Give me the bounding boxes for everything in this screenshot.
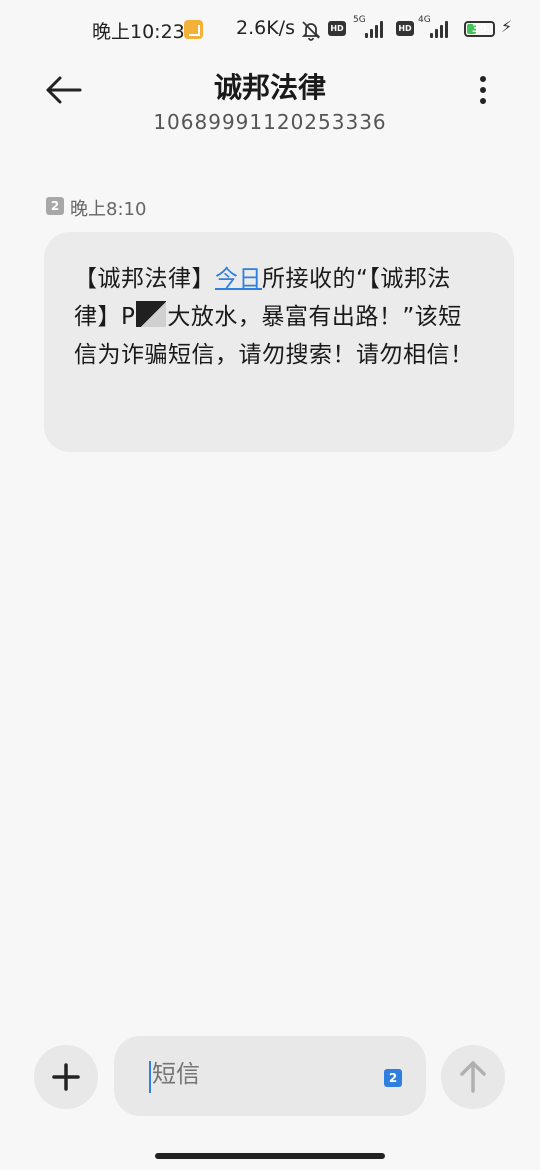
charging-icon: ⚡ [501,17,513,36]
hd-voice-icon: HD [328,21,346,36]
message-thread-screen: 晚上10:23 2.6K/s HD 5G HD 4G 39 ⚡ 诚邦法律 106… [0,0,540,1170]
network-speed: 2.6K/s [236,17,295,39]
network-type-label: 4G [418,15,431,25]
add-attachment-button[interactable] [34,1045,98,1109]
message-input-box[interactable]: 2 [114,1036,426,1116]
battery-icon: 39 [464,21,495,37]
sim-select-button[interactable]: 2 [384,1069,402,1087]
status-bar: 晚上10:23 2.6K/s HD 5G HD 4G 39 ⚡ [0,0,540,60]
message-text: 【诚邦法律】今日所接收的“【诚邦法律】P 大放水，暴富有出路！”该短信为诈骗短信，… [74,260,480,374]
redaction-mark [136,301,167,327]
message-timestamp: 晚上8:10 [70,199,147,220]
hd-voice-icon: HD [396,21,414,36]
message-text-part: 【诚邦法律】 [74,266,215,292]
contact-number: 10689991120253336 [153,110,387,134]
text-cursor [149,1061,151,1093]
contact-name: 诚邦法律 [213,71,326,104]
send-button[interactable] [441,1045,505,1109]
status-time: 晚上10:23 [92,21,185,43]
mute-bell-icon [301,21,321,41]
date-link[interactable]: 今日 [215,266,262,292]
signal-icon [430,21,448,38]
sim-card-badge: 2 [46,197,64,215]
network-type-label: 5G [353,15,366,25]
more-options-icon[interactable] [470,74,496,106]
message-input[interactable] [152,1060,372,1088]
message-bubble[interactable]: 【诚邦法律】今日所接收的“【诚邦法律】P 大放水，暴富有出路！”该短信为诈骗短信，… [44,232,514,452]
note-icon [184,20,203,39]
battery-level: 39 [471,22,488,35]
home-indicator[interactable] [155,1153,385,1159]
signal-icon [365,21,383,38]
